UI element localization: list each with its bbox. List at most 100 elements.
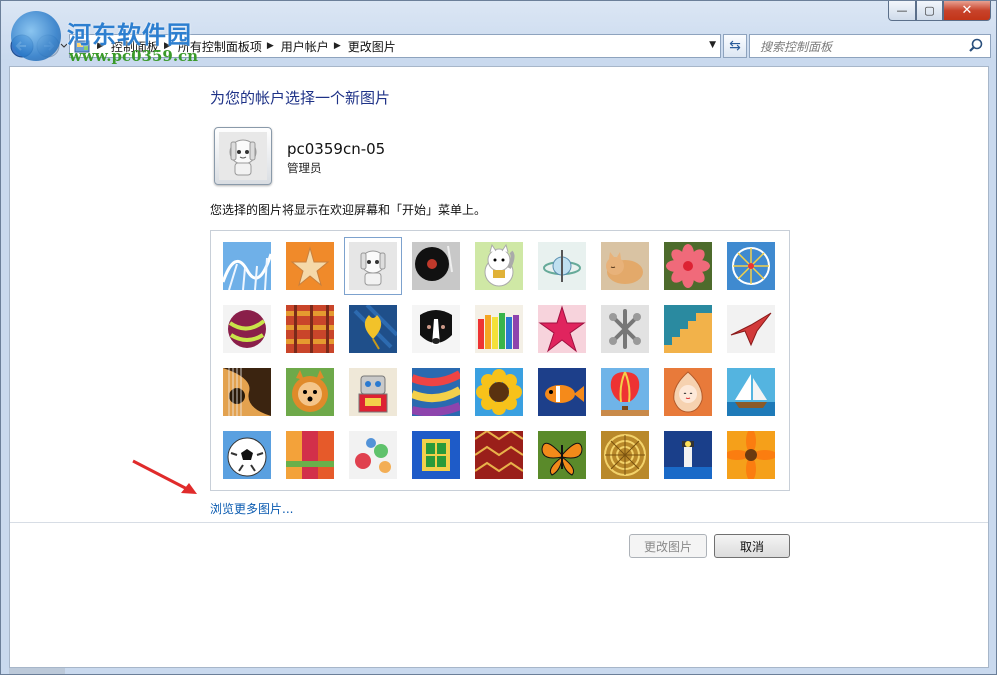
minimize-button[interactable]: — [888,1,916,21]
picture-tile-woven-fabric[interactable] [286,305,334,353]
picture-tile-scarves[interactable] [412,368,460,416]
ginkgo-leaf-icon [349,305,397,353]
ferris-wheel-icon [727,242,775,290]
search-icon[interactable] [968,38,984,54]
picture-tile-green-window[interactable] [412,431,460,479]
picture-tile-carpet-pattern[interactable] [475,431,523,479]
address-dropdown-icon[interactable]: ▼ [709,40,716,50]
user-role: 管理员 [287,161,322,175]
spinning-top-icon [538,242,586,290]
breadcrumb-user-accounts[interactable]: 用户帐户 [281,38,329,55]
picture-tile-tin-robot[interactable] [349,368,397,416]
search-input[interactable] [758,36,962,58]
main-content: 为您的帐户选择一个新图片 pc0359cn-05 管理员 您选择的图片将显示在欢… [9,66,989,668]
maximize-button[interactable]: ▢ [916,1,943,21]
striped-ball-icon [223,305,271,353]
refresh-icon: ⇆ [729,38,741,54]
crayons-icon [475,305,523,353]
picture-tile-origami-crane[interactable] [727,305,775,353]
picture-tile-pomeranian[interactable] [286,368,334,416]
picture-tile-roller-coaster[interactable] [223,242,271,290]
hot-air-balloon-icon [601,368,649,416]
robot-avatar-icon [219,132,267,180]
picture-tile-robot-toy[interactable] [344,237,402,295]
picture-tile-starfish[interactable] [286,242,334,290]
user-name: pc0359cn-05 [287,140,386,158]
soccer-ball-icon [223,431,271,479]
picture-tile-spinning-top[interactable] [538,242,586,290]
picture-tile-sunflower[interactable] [475,368,523,416]
picture-tile-hot-air-balloon[interactable] [601,368,649,416]
marbles-icon [349,431,397,479]
picture-grid [210,230,790,491]
picture-tile-doll-charm[interactable] [664,368,712,416]
lucky-cat-icon [475,242,523,290]
tropical-fish-icon [538,368,586,416]
change-picture-button[interactable]: 更改图片 [629,534,707,558]
doll-charm-icon [664,368,712,416]
picture-tile-orange-daisy[interactable] [727,431,775,479]
window: 河东软件园 www.pc0359.cn — ▢ ✕ ▶ 控制面板 ▶ 所有控制面… [0,0,997,675]
picture-tile-crayons[interactable] [475,305,523,353]
picture-tile-red-paper-star[interactable] [538,305,586,353]
picture-tile-lucky-cat[interactable] [475,242,523,290]
annotation-arrow-icon [132,459,197,494]
jacks-icon [601,305,649,353]
picture-tile-ferris-wheel[interactable] [727,242,775,290]
status-bar [9,668,65,674]
current-user-avatar [214,127,272,185]
sunflower-icon [475,368,523,416]
search-box[interactable] [749,34,991,58]
picture-tile-marbles[interactable] [349,431,397,479]
picture-description: 您选择的图片将显示在欢迎屏幕和「开始」菜单上。 [210,203,487,217]
picture-tile-ginkgo-leaf[interactable] [349,305,397,353]
breadcrumb-change-picture[interactable]: 更改图片 [348,38,396,55]
page-title: 为您的帐户选择一个新图片 [210,89,391,107]
pink-flower-icon [664,242,712,290]
orange-daisy-icon [727,431,775,479]
cancel-button[interactable]: 取消 [714,534,790,558]
sleeping-kitten-icon [601,242,649,290]
watermark-title: 河东软件园 [67,20,192,49]
close-button[interactable]: ✕ [943,1,991,21]
breadcrumb-separator-icon[interactable]: ▶ [267,41,274,51]
silk-fabric-icon [286,431,334,479]
stairs-icon [664,305,712,353]
guitar-icon [223,368,271,416]
picture-tile-striped-ball[interactable] [223,305,271,353]
butterfly-icon [538,431,586,479]
origami-crane-icon [727,305,775,353]
picture-tile-silk-fabric[interactable] [286,431,334,479]
picture-tile-pink-flower[interactable] [664,242,712,290]
picture-tile-sailboat[interactable] [727,368,775,416]
browse-more-pictures-link[interactable]: 浏览更多图片... [210,500,293,517]
sailboat-icon [727,368,775,416]
picture-tile-stairs[interactable] [664,305,712,353]
breadcrumb-separator-icon[interactable]: ▶ [334,41,341,51]
picture-tile-guitar[interactable] [223,368,271,416]
pomeranian-icon [286,368,334,416]
scarves-icon [412,368,460,416]
green-window-icon [412,431,460,479]
starfish-icon [286,242,334,290]
picture-tile-butterfly[interactable] [538,431,586,479]
picture-tile-jacks[interactable] [601,305,649,353]
roller-coaster-icon [223,242,271,290]
picture-tile-basket-weave[interactable] [601,431,649,479]
watermark-url: www.pc0359.cn [69,47,199,65]
picture-tile-soccer-ball[interactable] [223,431,271,479]
basket-weave-icon [601,431,649,479]
picture-tile-border-collie[interactable] [412,305,460,353]
picture-tile-sleeping-kitten[interactable] [601,242,649,290]
woven-fabric-icon [286,305,334,353]
refresh-button[interactable]: ⇆ [723,34,747,58]
tin-robot-icon [349,368,397,416]
picture-tile-tropical-fish[interactable] [538,368,586,416]
divider [10,522,988,523]
picture-tile-record-player[interactable] [412,242,460,290]
border-collie-icon [412,305,460,353]
record-player-icon [412,242,460,290]
watermark-logo [11,11,61,61]
picture-tile-lighthouse[interactable] [664,431,712,479]
red-paper-star-icon [538,305,586,353]
